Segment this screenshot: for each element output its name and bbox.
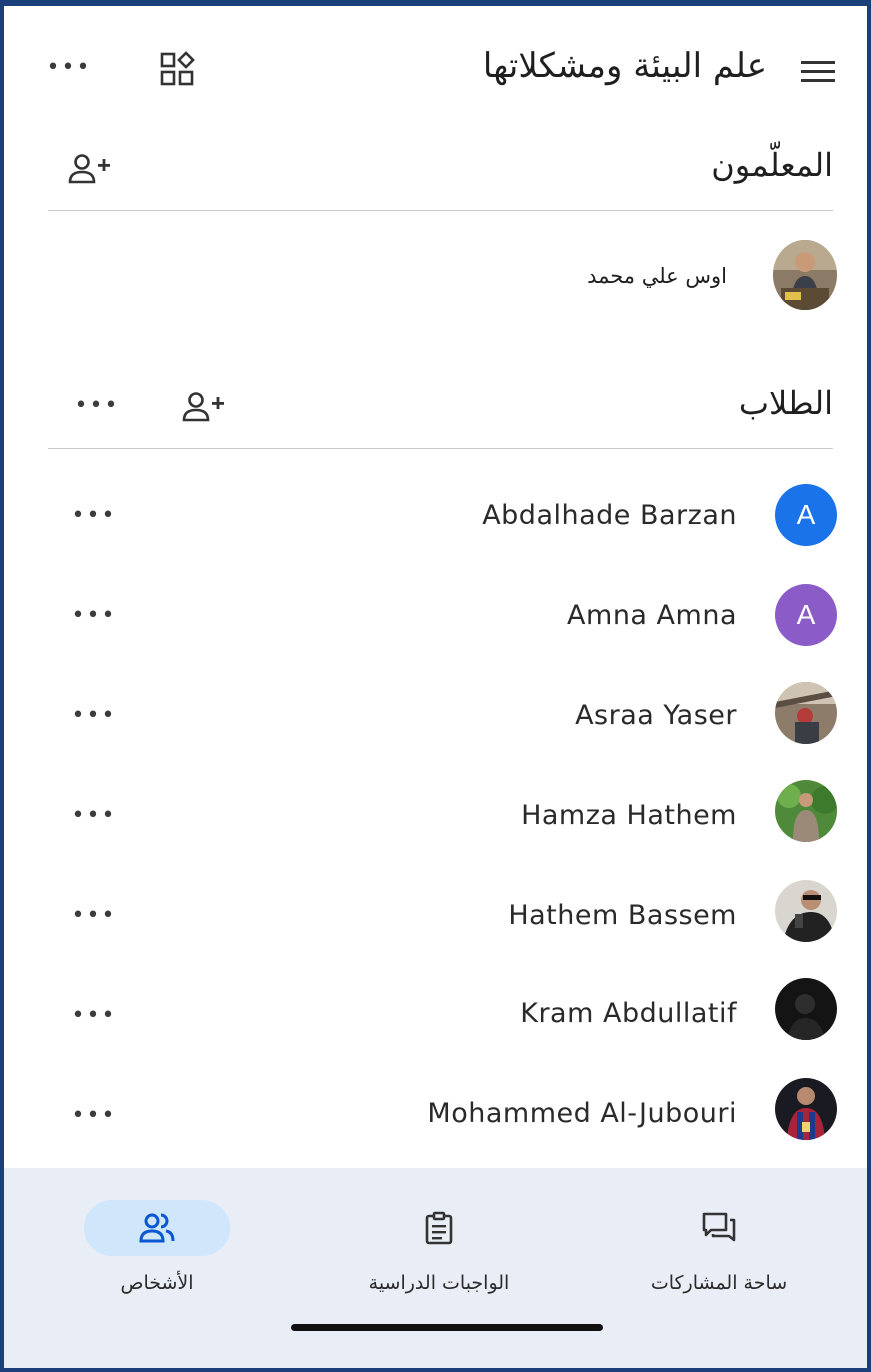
more-horizontal-icon: •••: [71, 503, 117, 528]
add-student-button[interactable]: [176, 384, 232, 430]
more-horizontal-icon: •••: [71, 803, 117, 828]
bottom-navigation: الأشخاص الواجبات الدراسية ساحة المشاركات: [4, 1168, 867, 1368]
more-horizontal-icon: •••: [71, 603, 117, 628]
clipboard-icon: [425, 1211, 453, 1245]
teacher-avatar: [773, 240, 837, 310]
student-more-button[interactable]: •••: [71, 498, 117, 534]
add-teacher-button[interactable]: [62, 146, 118, 192]
person-add-icon: [182, 392, 224, 422]
student-name: Amna Amna: [567, 600, 737, 631]
student-avatar: [775, 978, 837, 1040]
more-horizontal-icon: •••: [71, 1003, 117, 1028]
student-name: Asraa Yaser: [575, 700, 737, 731]
student-more-button[interactable]: •••: [71, 598, 117, 634]
home-indicator[interactable]: [291, 1324, 603, 1331]
nav-label-classwork: الواجبات الدراسية: [368, 1272, 510, 1294]
student-avatar: [775, 880, 837, 942]
more-horizontal-icon: •••: [74, 393, 120, 418]
chat-bubbles-icon: [702, 1212, 736, 1242]
teachers-section-title: المعلّمون: [711, 146, 833, 184]
student-avatar: A: [775, 584, 837, 646]
hamburger-menu-icon: [801, 61, 835, 82]
more-horizontal-icon: •••: [46, 55, 92, 80]
students-more-button[interactable]: •••: [72, 388, 122, 424]
person-add-icon: [68, 154, 110, 184]
student-more-button[interactable]: •••: [71, 1098, 117, 1134]
student-avatar: [775, 780, 837, 842]
nav-tab-stream[interactable]: ساحة المشاركات: [594, 1168, 844, 1294]
more-horizontal-icon: •••: [71, 703, 117, 728]
student-avatar: [775, 682, 837, 744]
student-name: Abdalhade Barzan: [482, 500, 737, 531]
people-icon: [139, 1213, 175, 1243]
student-more-button[interactable]: •••: [71, 698, 117, 734]
students-section-title: الطلاب: [738, 384, 833, 422]
more-horizontal-icon: •••: [71, 903, 117, 928]
teacher-name: اوس علي محمد: [587, 264, 727, 288]
more-horizontal-icon: •••: [71, 1103, 117, 1128]
student-avatar: A: [775, 484, 837, 546]
class-title: علم البيئة ومشكلاتها: [482, 46, 767, 86]
apps-grid-icon: [160, 51, 195, 86]
nav-tab-classwork[interactable]: الواجبات الدراسية: [314, 1168, 564, 1294]
nav-tab-people[interactable]: الأشخاص: [32, 1168, 282, 1294]
menu-button[interactable]: [795, 48, 841, 94]
student-name: Kram Abdullatif: [520, 998, 737, 1029]
students-divider: [48, 448, 833, 449]
apps-button[interactable]: [154, 46, 200, 92]
nav-label-stream: ساحة المشاركات: [650, 1272, 788, 1294]
student-name: Hathem Bassem: [508, 900, 737, 931]
app-frame: ••• علم البيئة ومشكلاتها المعلّمون اوس ع…: [0, 0, 871, 1372]
student-more-button[interactable]: •••: [71, 898, 117, 934]
student-more-button[interactable]: •••: [71, 798, 117, 834]
more-options-button[interactable]: •••: [44, 50, 94, 86]
student-more-button[interactable]: •••: [71, 998, 117, 1034]
nav-label-people: الأشخاص: [120, 1272, 194, 1294]
student-avatar: [775, 1078, 837, 1140]
teachers-divider: [48, 210, 833, 211]
student-name: Mohammed Al-Jubouri: [427, 1098, 737, 1129]
student-name: Hamza Hathem: [521, 800, 737, 831]
